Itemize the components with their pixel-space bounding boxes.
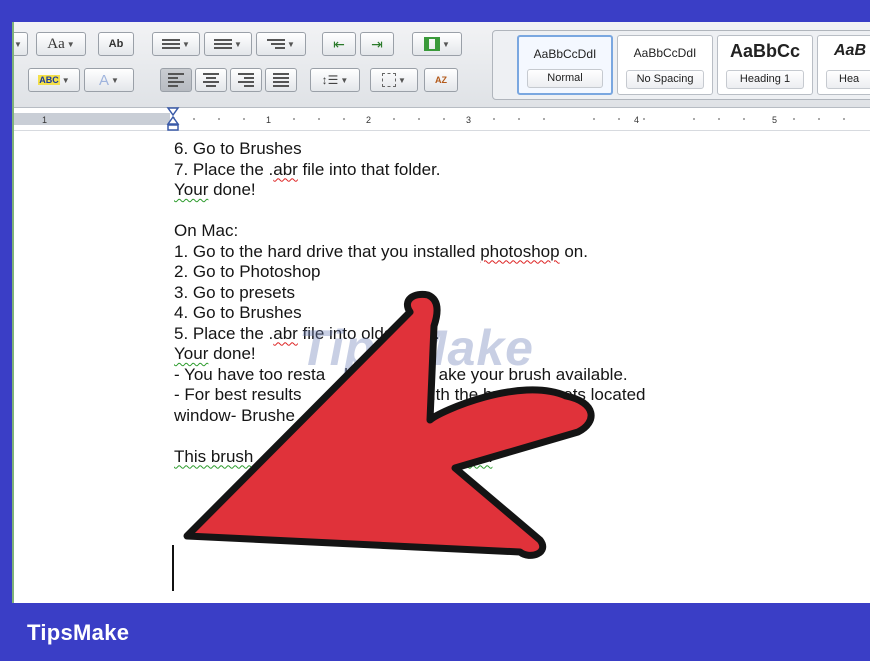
doc-line: On Mac: xyxy=(174,221,239,240)
style-name: Normal xyxy=(527,69,603,88)
highlight-button[interactable]: ABC ▼ xyxy=(28,68,80,92)
doc-text-segment: 7. Place the .abr file into that folder. xyxy=(174,159,441,179)
ruler-ticks: 1 1 2 3 4 5 xyxy=(42,115,845,125)
spelling-error: abr xyxy=(273,323,298,343)
decrease-indent-icon: ⇤ xyxy=(333,35,345,52)
style-name: Heading 1 xyxy=(726,70,804,89)
multilevel-list-button[interactable]: ▼ xyxy=(256,32,306,56)
increase-indent-icon: ⇥ xyxy=(371,35,383,52)
spelling-error: photoshop xyxy=(480,241,560,261)
doc-line: 7. Place the .abr file into that folder. xyxy=(174,160,645,181)
doc-line: 1. Go to the hard drive that you install… xyxy=(174,242,645,263)
align-center-button[interactable] xyxy=(195,68,227,92)
ruler-label: 1 xyxy=(266,115,271,125)
doc-line: - For best results nt to with the brush … xyxy=(174,385,646,404)
doc-line: 3. Go to presets xyxy=(174,282,295,302)
doc-line: Your done! xyxy=(174,180,645,201)
styles-gallery: AaBbCcDdI Normal AaBbCcDdI No Spacing Aa… xyxy=(492,30,870,100)
decrease-indent-button[interactable]: ⇤ xyxy=(322,32,356,56)
align-right-icon xyxy=(238,73,254,87)
sort-icon: AZ xyxy=(435,74,447,85)
screenshot-frame: ▼ Aa ▼ Ab ▼ ▼ ▼ ⇤ ⇥ ▼ ABC ▼ A ▼ ↕☰ ▼ ▼ A… xyxy=(0,0,870,603)
style-name: Hea xyxy=(826,70,870,89)
grammar-error: This brush deviantart.com xyxy=(174,446,493,466)
align-right-button[interactable] xyxy=(230,68,262,92)
doc-line: window- Brushe xyxy=(174,405,295,425)
grammar-error: Your xyxy=(174,344,209,363)
borders-icon xyxy=(382,73,397,87)
doc-text-segment: This brush deviantart.com xyxy=(174,447,492,466)
align-left-icon xyxy=(168,73,184,87)
justify-icon xyxy=(273,73,289,87)
bullets-icon xyxy=(162,39,181,49)
sort-button[interactable]: AZ xyxy=(424,68,458,92)
numbering-icon xyxy=(214,39,233,49)
doc-text-segment: 1. Go to the hard drive that you install… xyxy=(174,241,588,261)
style-name: No Spacing xyxy=(626,70,704,89)
line-spacing-icon: ↕☰ xyxy=(321,73,339,87)
doc-text-segment: Your done! xyxy=(174,180,256,199)
doc-line: 2. Go to Photoshop xyxy=(174,262,321,281)
ruler-label: 4 xyxy=(634,115,639,125)
font-dropdown-button[interactable]: ▼ xyxy=(14,32,28,56)
bullets-button[interactable]: ▼ xyxy=(152,32,200,56)
align-left-button[interactable] xyxy=(160,68,192,92)
ruler-label: 5 xyxy=(772,115,777,125)
change-case-button[interactable]: Aa ▼ xyxy=(36,32,86,56)
document-body[interactable]: 6. Go to Brushes 7. Place the .abr file … xyxy=(174,139,645,467)
style-no-spacing[interactable]: AaBbCcDdI No Spacing xyxy=(617,35,713,95)
watermark: TipsMake xyxy=(299,320,534,376)
line-spacing-button[interactable]: ↕☰ ▼ xyxy=(310,68,360,92)
ruler-label: 1 xyxy=(42,115,47,125)
multilevel-list-icon xyxy=(267,39,286,49)
align-center-icon xyxy=(203,73,219,87)
columns-button[interactable]: ▼ xyxy=(412,32,462,56)
ruler-label: 2 xyxy=(366,115,371,125)
word-window: ▼ Aa ▼ Ab ▼ ▼ ▼ ⇤ ⇥ ▼ ABC ▼ A ▼ ↕☰ ▼ ▼ A… xyxy=(12,22,870,603)
highlight-icon: ABC xyxy=(38,75,60,85)
style-sample: AaB xyxy=(834,42,867,59)
horizontal-ruler[interactable]: 1 1 2 3 4 5 xyxy=(14,106,870,132)
brand-logo: TipsMake xyxy=(27,620,130,645)
doc-blank-line xyxy=(174,201,645,222)
text-cursor xyxy=(172,545,174,591)
spelling-icon: Ab xyxy=(108,38,124,50)
style-heading-2[interactable]: AaB Hea xyxy=(817,35,870,95)
indent-marker-icon[interactable] xyxy=(166,106,180,132)
justify-button[interactable] xyxy=(265,68,297,92)
change-case-icon: Aa xyxy=(47,35,65,52)
font-color-button[interactable]: A ▼ xyxy=(84,68,134,92)
style-normal[interactable]: AaBbCcDdI Normal xyxy=(517,35,613,95)
doc-line: This brush deviantart.com xyxy=(174,447,645,468)
grammar-error: Your xyxy=(174,180,209,199)
style-sample: AaBbCc xyxy=(729,41,800,61)
style-heading-1[interactable]: AaBbCc Heading 1 xyxy=(717,35,813,95)
doc-line: 6. Go to Brushes xyxy=(174,139,302,158)
ribbon-toolbar: ▼ Aa ▼ Ab ▼ ▼ ▼ ⇤ ⇥ ▼ ABC ▼ A ▼ ↕☰ ▼ ▼ A… xyxy=(14,22,870,108)
doc-text-segment: Your done! xyxy=(174,344,256,363)
doc-blank-line xyxy=(174,426,645,447)
spelling-button[interactable]: Ab xyxy=(98,32,134,56)
ruler-label: 3 xyxy=(466,115,471,125)
borders-button[interactable]: ▼ xyxy=(370,68,418,92)
brand-footer: TipsMake xyxy=(0,603,870,661)
style-sample: AaBbCcDdI xyxy=(533,47,597,61)
increase-indent-button[interactable]: ⇥ xyxy=(360,32,394,56)
font-color-icon: A xyxy=(99,71,110,89)
columns-icon xyxy=(424,37,441,51)
numbering-button[interactable]: ▼ xyxy=(204,32,252,56)
spelling-error: abr xyxy=(273,159,298,179)
style-sample: AaBbCcDdI xyxy=(633,46,697,60)
